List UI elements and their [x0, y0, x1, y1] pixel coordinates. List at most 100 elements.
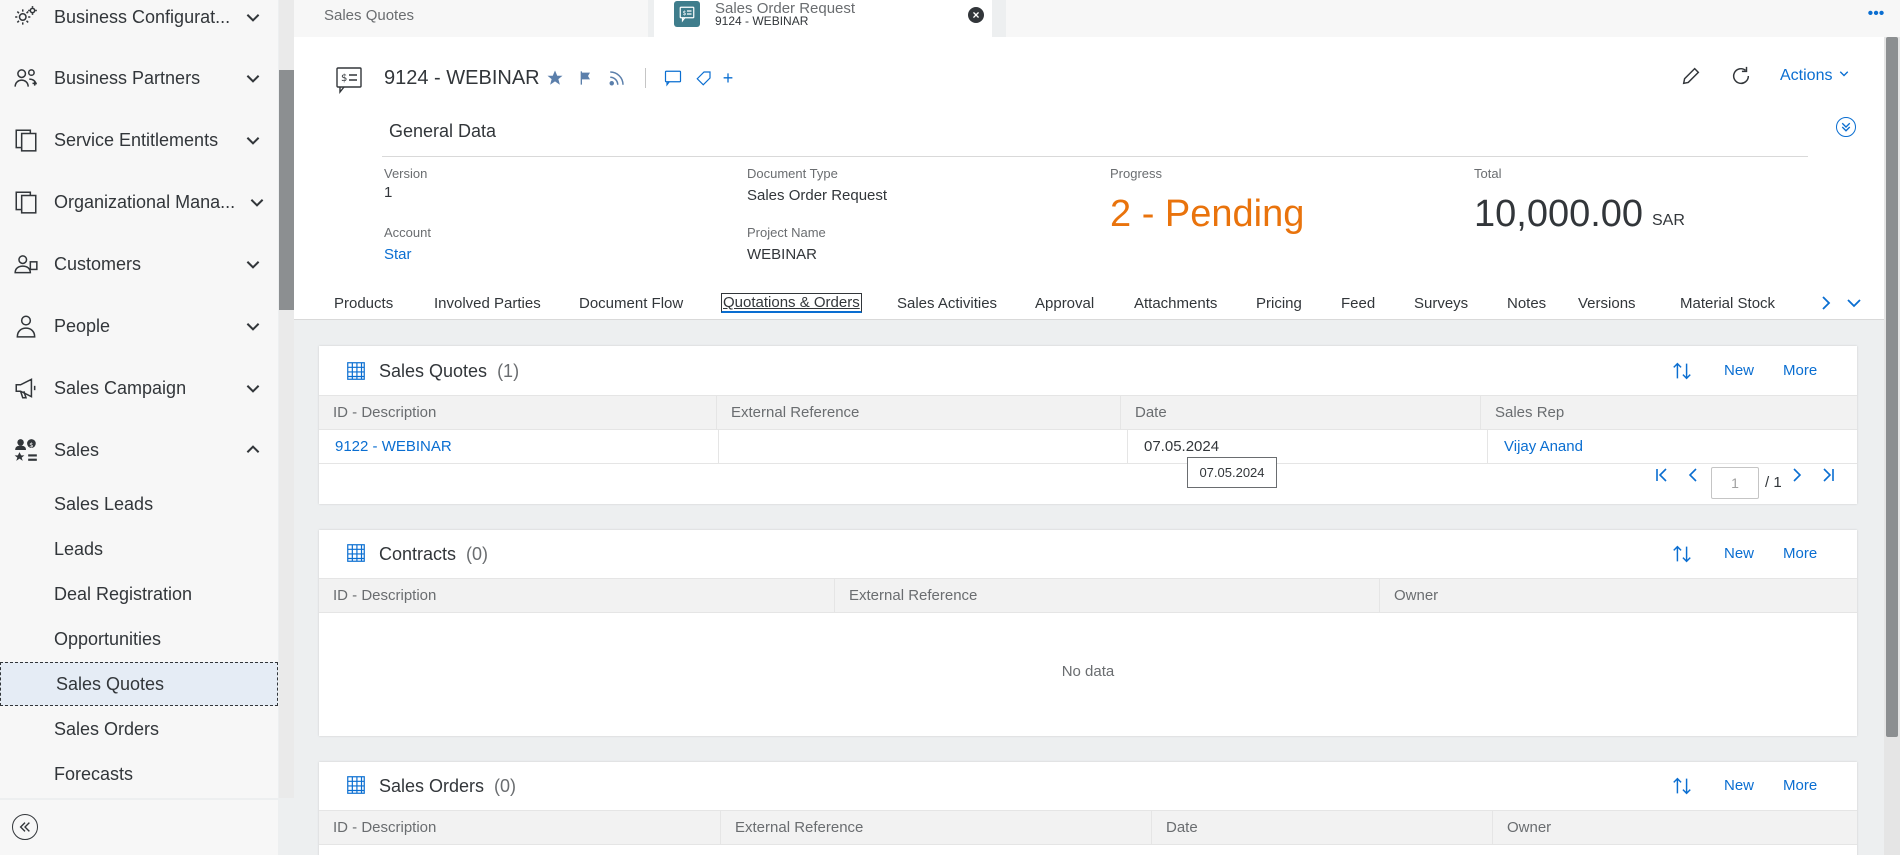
external-reference-cell — [719, 430, 1128, 463]
sort-icon[interactable] — [1671, 543, 1693, 565]
collapse-sidebar-button[interactable] — [12, 814, 38, 840]
sales-quotes-card: Sales Quotes (1) New More ID - Descriptio… — [319, 346, 1857, 504]
chevron-down-icon — [250, 199, 264, 207]
nav-item-business-partners[interactable]: Business Partners — [0, 54, 278, 102]
nav-item-business-configuration[interactable]: Business Configurat... — [0, 0, 278, 41]
table-row[interactable]: 9122 - WEBINAR 07.05.2024 Vijay Anand — [319, 430, 1857, 464]
column-header[interactable]: Date — [1121, 396, 1481, 429]
version-value: 1 — [384, 184, 393, 201]
tab-scroll-right-icon[interactable] — [1820, 295, 1832, 316]
tab-approval[interactable]: Approval — [1035, 295, 1094, 312]
tab-attachments[interactable]: Attachments — [1134, 295, 1217, 312]
column-header[interactable]: ID - Description — [319, 811, 721, 844]
tab-feed[interactable]: Feed — [1341, 295, 1375, 312]
tab-sales-order-request[interactable]: $ Sales Order Request 9124 - WEBINAR × — [654, 0, 992, 37]
sidebar-item-sales-quotes[interactable]: Sales Quotes — [0, 662, 278, 706]
page-total: / 1 — [1765, 474, 1782, 491]
actions-menu-button[interactable]: Actions — [1780, 67, 1851, 85]
tab-overflow-chevron-icon[interactable] — [1846, 295, 1862, 316]
tab-involved-parties[interactable]: Involved Parties — [434, 295, 541, 312]
nav-item-people[interactable]: People — [0, 302, 278, 350]
tab-material-stock[interactable]: Material Stock — [1680, 295, 1775, 312]
svg-text:$: $ — [29, 441, 33, 449]
sales-rep-link[interactable]: Vijay Anand — [1488, 430, 1857, 463]
column-header[interactable]: ID - Description — [319, 579, 835, 612]
sidebar-item-leads[interactable]: Leads — [0, 527, 278, 571]
flag-icon[interactable] — [575, 67, 597, 89]
sub-item-label: Opportunities — [54, 628, 162, 649]
next-page-icon[interactable] — [1791, 467, 1803, 487]
table-icon — [347, 362, 365, 380]
refresh-icon[interactable] — [1730, 65, 1752, 87]
more-button[interactable]: More — [1783, 545, 1817, 562]
sort-icon[interactable] — [1671, 775, 1693, 797]
tab-notes[interactable]: Notes — [1507, 295, 1546, 312]
sidebar-scrollbar[interactable] — [279, 70, 294, 310]
nav-label: People — [54, 315, 111, 336]
quote-id-link[interactable]: 9122 - WEBINAR — [319, 430, 719, 463]
tab-quotations-orders[interactable]: Quotations & Orders — [721, 293, 862, 313]
first-page-icon[interactable] — [1655, 467, 1669, 487]
business-config-icon — [12, 3, 40, 31]
sort-icon[interactable] — [1671, 360, 1693, 382]
card-title-text: Sales Orders — [379, 776, 485, 796]
close-tab-button[interactable]: × — [968, 7, 984, 23]
sidebar-item-sales-leads[interactable]: Sales Leads — [0, 482, 278, 526]
nav-item-customers[interactable]: Customers — [0, 240, 278, 288]
expand-header-button[interactable] — [1836, 117, 1856, 137]
more-button[interactable]: More — [1783, 362, 1817, 379]
table-header: ID - Description External Reference Date… — [319, 395, 1857, 430]
tab-products[interactable]: Products — [334, 295, 393, 312]
sidebar-item-opportunities[interactable]: Opportunities — [0, 617, 278, 661]
add-tag-button[interactable]: + — [717, 67, 739, 89]
tab-overflow-button[interactable]: ••• — [1852, 0, 1900, 37]
comment-icon[interactable] — [662, 67, 684, 89]
nav-item-organizational-management[interactable]: Organizational Mana... — [0, 178, 278, 226]
tab-sales-activities[interactable]: Sales Activities — [897, 295, 997, 312]
column-header[interactable]: External Reference — [721, 811, 1152, 844]
no-data-message: No data — [1061, 663, 1115, 680]
chevron-down-icon — [246, 14, 260, 22]
nav-item-service-entitlements[interactable]: Service Entitlements — [0, 116, 278, 164]
double-chevron-down-icon — [1841, 122, 1851, 132]
nav-item-sales-campaign[interactable]: Sales Campaign — [0, 364, 278, 412]
column-header[interactable]: External Reference — [717, 396, 1121, 429]
sidebar-item-sales-orders[interactable]: Sales Orders — [0, 707, 278, 751]
scrollbar-thumb[interactable] — [1886, 37, 1898, 737]
previous-page-icon[interactable] — [1687, 467, 1699, 487]
nav-item-sales[interactable]: $ Sales — [0, 426, 278, 474]
column-header[interactable]: ID - Description — [319, 396, 717, 429]
tag-icon[interactable] — [693, 67, 715, 89]
tab-document-flow[interactable]: Document Flow — [579, 295, 683, 312]
sidebar-item-deal-registration[interactable]: Deal Registration — [0, 572, 278, 616]
column-header[interactable]: External Reference — [835, 579, 1380, 612]
total-value: 10,000.00 — [1474, 193, 1644, 235]
new-button[interactable]: New — [1724, 362, 1754, 379]
column-header[interactable]: Date — [1152, 811, 1493, 844]
sidebar-footer — [0, 800, 278, 855]
column-header[interactable]: Sales Rep — [1481, 396, 1857, 429]
column-header[interactable]: Owner — [1493, 811, 1857, 844]
object-header: $ 9124 - WEBINAR + Actions General Data … — [294, 37, 1884, 320]
nav-label: Service Entitlements — [54, 129, 219, 150]
project-name-label: Project Name — [747, 225, 826, 240]
more-button[interactable]: More — [1783, 777, 1817, 794]
page-number-input[interactable]: 1 — [1711, 467, 1759, 499]
account-link[interactable]: Star — [384, 246, 412, 263]
new-button[interactable]: New — [1724, 777, 1754, 794]
tab-sales-quotes[interactable]: Sales Quotes — [294, 0, 648, 37]
main-scrollbar[interactable] — [1884, 37, 1900, 855]
edit-icon[interactable] — [1680, 65, 1702, 87]
table-header: ID - Description External Reference Date… — [319, 810, 1857, 845]
tab-versions[interactable]: Versions — [1578, 295, 1636, 312]
new-button[interactable]: New — [1724, 545, 1754, 562]
tab-surveys[interactable]: Surveys — [1414, 295, 1468, 312]
follow-feed-icon[interactable] — [606, 67, 628, 89]
last-page-icon[interactable] — [1821, 467, 1835, 487]
table-icon — [347, 544, 365, 562]
card-count: (0) — [466, 544, 489, 564]
sidebar-item-forecasts[interactable]: Forecasts — [0, 752, 278, 796]
favorite-star-icon[interactable] — [544, 67, 566, 89]
tab-pricing[interactable]: Pricing — [1256, 295, 1302, 312]
column-header[interactable]: Owner — [1380, 579, 1857, 612]
